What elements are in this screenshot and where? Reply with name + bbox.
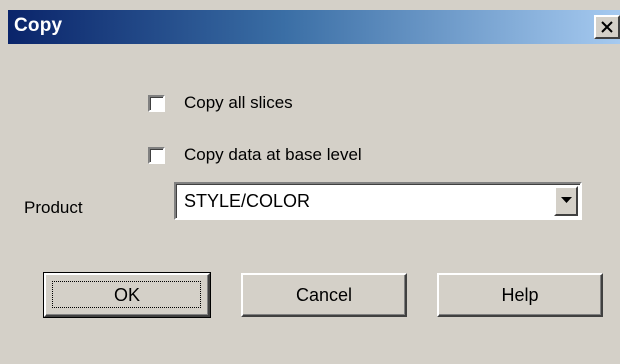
close-button[interactable] [594, 15, 620, 39]
chevron-down-icon [561, 197, 572, 203]
product-dropdown-button[interactable] [554, 186, 578, 216]
ok-button-label: OK [113, 284, 140, 305]
close-icon [601, 21, 613, 33]
product-label: Product [24, 198, 83, 217]
copy-all-slices-option[interactable]: Copy all slices [148, 89, 293, 117]
title-bar[interactable]: Copy [8, 10, 620, 44]
copy-data-base-level-option[interactable]: Copy data at base level [148, 141, 362, 169]
help-button[interactable]: Help [437, 273, 603, 317]
product-select-value: STYLE/COLOR [184, 191, 311, 211]
copy-data-base-level-checkbox[interactable] [148, 146, 165, 164]
ok-button[interactable]: OK [43, 272, 211, 318]
cancel-button-label: Cancel [295, 284, 353, 305]
help-button-label: Help [501, 284, 539, 305]
copy-all-slices-checkbox[interactable] [148, 94, 165, 112]
dialog-title: Copy [14, 15, 63, 36]
copy-all-slices-label: Copy all slices [184, 93, 293, 112]
product-select[interactable]: STYLE/COLOR [174, 182, 582, 220]
copy-dialog: Copy Copy all slices Copy data at base l… [0, 0, 620, 364]
cancel-button[interactable]: Cancel [241, 273, 407, 317]
copy-data-base-level-label: Copy data at base level [184, 145, 362, 164]
